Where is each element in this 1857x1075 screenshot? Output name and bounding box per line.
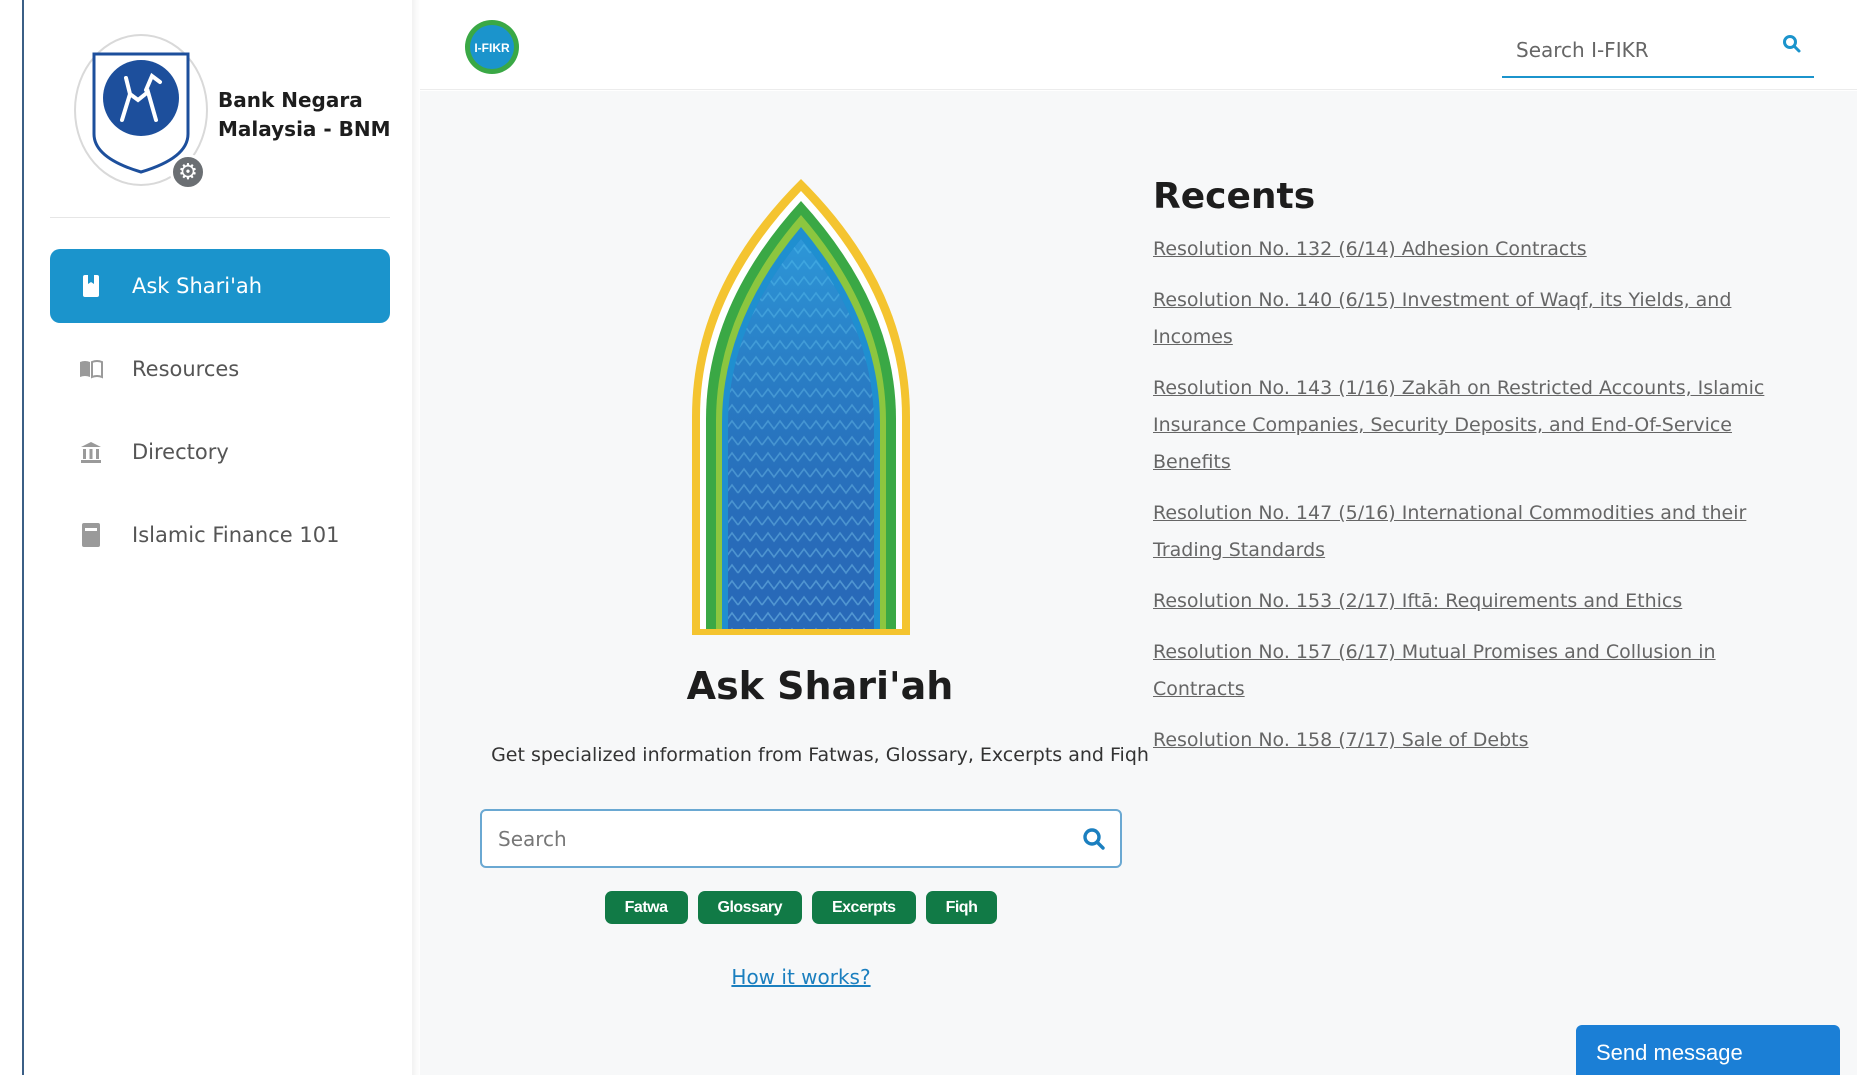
page-subtitle: Get specialized information from Fatwas,…: [491, 744, 1149, 766]
sidebar-item-ask-shariah[interactable]: Ask Shari'ah: [50, 249, 390, 323]
sidebar-item-label: Resources: [132, 357, 240, 381]
page-title: Ask Shari'ah: [686, 664, 954, 708]
category-filters: Fatwa Glossary Excerpts Fiqh: [480, 891, 1122, 924]
filter-chip-fiqh[interactable]: Fiqh: [925, 891, 998, 924]
sidebar-nav: Ask Shari'ah Resources Directory Islamic…: [50, 249, 390, 581]
recents-title: Recents: [1153, 176, 1316, 217]
global-search-input[interactable]: [1502, 28, 1752, 72]
search-icon[interactable]: [1082, 827, 1106, 856]
sidebar: ⚙ Bank Negara Malaysia - BNM Ask Shari'a…: [24, 0, 419, 1075]
recents-panel: Recents Resolution No. 132 (6/14) Adhesi…: [1153, 176, 1813, 773]
ask-search-input[interactable]: [482, 811, 1042, 866]
ask-search-box: [480, 809, 1122, 868]
sidebar-item-label: Directory: [132, 440, 229, 464]
main-content: Ask Shari'ah Get specialized information…: [420, 91, 1857, 1075]
book-bookmark-icon: [78, 273, 104, 299]
open-book-icon: [78, 356, 104, 382]
recent-link[interactable]: Resolution No. 158 (7/17) Sale of Debts: [1153, 722, 1813, 759]
top-header: I-FIKR: [420, 0, 1857, 90]
sidebar-item-resources[interactable]: Resources: [50, 332, 390, 406]
notebook-icon: [78, 522, 104, 548]
bank-building-icon: [78, 439, 104, 465]
how-it-works: How it works?: [480, 965, 1122, 989]
organization-profile: ⚙ Bank Negara Malaysia - BNM: [50, 34, 410, 194]
recent-link[interactable]: Resolution No. 147 (5/16) International …: [1153, 495, 1813, 569]
filter-chip-fatwa[interactable]: Fatwa: [604, 891, 688, 924]
send-message-button[interactable]: Send message: [1576, 1025, 1840, 1075]
how-it-works-link[interactable]: How it works?: [731, 965, 870, 989]
gear-icon[interactable]: ⚙: [170, 154, 206, 190]
logo-text: I-FIKR: [474, 41, 510, 55]
recent-link[interactable]: Resolution No. 143 (1/16) Zakāh on Restr…: [1153, 370, 1813, 481]
recent-link[interactable]: Resolution No. 132 (6/14) Adhesion Contr…: [1153, 231, 1813, 268]
recent-link[interactable]: Resolution No. 153 (2/17) Iftā: Requirem…: [1153, 583, 1813, 620]
sidebar-item-islamic-finance-101[interactable]: Islamic Finance 101: [50, 498, 390, 572]
sidebar-divider: [50, 217, 390, 218]
filter-chip-excerpts[interactable]: Excerpts: [811, 891, 916, 924]
global-search: [1502, 28, 1814, 78]
recent-link[interactable]: Resolution No. 157 (6/17) Mutual Promise…: [1153, 634, 1813, 708]
sidebar-item-label: Islamic Finance 101: [132, 523, 340, 547]
sidebar-shadow: [412, 0, 420, 1075]
recent-link[interactable]: Resolution No. 140 (6/15) Investment of …: [1153, 282, 1813, 356]
organization-name: Bank Negara Malaysia - BNM: [218, 88, 391, 141]
sidebar-item-directory[interactable]: Directory: [50, 415, 390, 489]
sidebar-item-label: Ask Shari'ah: [132, 274, 263, 298]
i-fikr-logo[interactable]: I-FIKR: [464, 18, 520, 76]
mihrab-illustration: [690, 177, 912, 637]
filter-chip-glossary[interactable]: Glossary: [697, 891, 802, 924]
search-icon[interactable]: [1782, 34, 1802, 59]
